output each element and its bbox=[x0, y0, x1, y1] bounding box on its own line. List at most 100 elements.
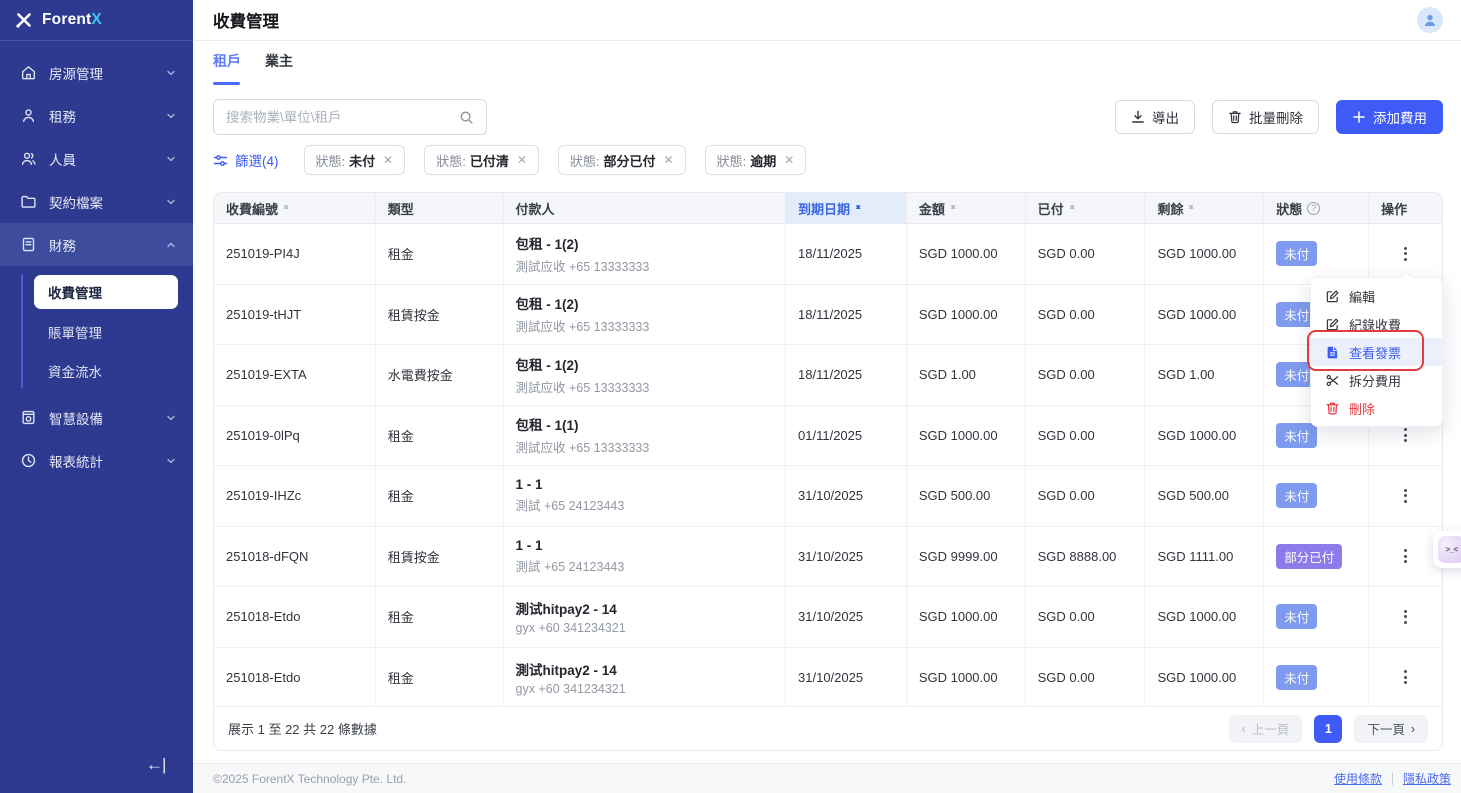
tab-租戶[interactable]: 租戶 bbox=[213, 51, 241, 81]
cell-status: 部分已付 bbox=[1264, 527, 1369, 587]
help-icon[interactable]: ? bbox=[1307, 202, 1320, 215]
tab-bar: 租戶業主 bbox=[213, 51, 293, 81]
sidebar-subitem[interactable]: 收費管理 bbox=[34, 275, 178, 309]
brand-logo: ForentX bbox=[0, 0, 193, 41]
column-header[interactable]: 類型 bbox=[376, 193, 504, 223]
chip-close-icon[interactable]: ✕ bbox=[383, 153, 393, 167]
column-header[interactable]: 金額 ▲▼ bbox=[907, 193, 1026, 223]
search-icon[interactable] bbox=[459, 110, 474, 125]
cell-status: 未付 bbox=[1264, 648, 1369, 708]
folder-icon bbox=[20, 193, 37, 210]
table-row: 251019-IHZc 租金 1 - 1 測試 +65 24123443 31/… bbox=[214, 466, 1442, 527]
cell-payer: 測试hitpay2 - 14 gyx +60 341234321 bbox=[504, 587, 786, 647]
cell-fee-id: 251019-PI4J bbox=[214, 224, 376, 284]
cell-paid: SGD 0.00 bbox=[1026, 587, 1146, 647]
cell-due-date: 18/11/2025 bbox=[786, 285, 907, 345]
export-button[interactable]: 導出 bbox=[1115, 100, 1195, 134]
menu-item-edit[interactable]: 編輯 bbox=[1311, 282, 1442, 310]
filter-chip: 狀態: 已付清 ✕ bbox=[424, 145, 539, 175]
chevron-down-icon bbox=[165, 110, 177, 122]
sidebar-item-home[interactable]: 房源管理 bbox=[0, 51, 193, 94]
row-actions-menu-icon[interactable] bbox=[1398, 424, 1413, 446]
next-page-button[interactable]: 下一頁› bbox=[1354, 715, 1428, 743]
cell-actions bbox=[1369, 648, 1442, 708]
cell-remaining: SGD 1000.00 bbox=[1145, 406, 1264, 466]
search-input[interactable] bbox=[226, 110, 459, 125]
cell-type: 租金 bbox=[376, 406, 504, 466]
sidebar-subitem[interactable]: 資金流水 bbox=[34, 351, 178, 390]
table-row: 251019-0lPq 租金 包租 - 1(1) 測試应收 +65 133333… bbox=[214, 406, 1442, 467]
column-header[interactable]: 已付 ▲▼ bbox=[1026, 193, 1146, 223]
status-badge: 未付 bbox=[1276, 241, 1317, 266]
bulk-delete-button[interactable]: 批量刪除 bbox=[1212, 100, 1319, 134]
trash-icon bbox=[1228, 110, 1242, 124]
chip-close-icon[interactable]: ✕ bbox=[664, 153, 674, 167]
prev-page-button[interactable]: ‹上一頁 bbox=[1229, 715, 1303, 743]
footer-link[interactable]: 使用條款 bbox=[1334, 770, 1382, 787]
row-actions-menu-icon[interactable] bbox=[1398, 545, 1413, 567]
cell-remaining: SGD 1000.00 bbox=[1145, 587, 1264, 647]
table-header-row: 收費編號 ▲▼ 類型 付款人 到期日期 ▲▼ 金額 ▲▼ 已付 ▲▼ 剩餘 ▲▼… bbox=[214, 193, 1442, 224]
cell-paid: SGD 0.00 bbox=[1026, 406, 1146, 466]
cell-paid: SGD 0.00 bbox=[1026, 345, 1146, 405]
cell-amount: SGD 1000.00 bbox=[907, 224, 1026, 284]
sidebar-item-finance[interactable]: 財務 bbox=[0, 223, 193, 266]
status-badge: 未付 bbox=[1276, 423, 1317, 448]
plus-icon bbox=[1352, 110, 1366, 124]
filter-chip: 狀態: 部分已付 ✕ bbox=[558, 145, 686, 175]
menu-item-split-fee[interactable]: 拆分費用 bbox=[1311, 366, 1442, 394]
search-box bbox=[213, 99, 487, 135]
chip-close-icon[interactable]: ✕ bbox=[784, 153, 794, 167]
column-header[interactable]: 剩餘 ▲▼ bbox=[1145, 193, 1264, 223]
sidebar-collapse-icon[interactable]: ←| bbox=[146, 755, 165, 775]
page-number-button[interactable]: 1 bbox=[1314, 715, 1342, 743]
sidebar-item-report[interactable]: 報表統計 bbox=[0, 439, 193, 482]
sidebar-item-people[interactable]: 人員 bbox=[0, 137, 193, 180]
sidebar-subitem[interactable]: 賬單管理 bbox=[34, 312, 178, 351]
report-icon bbox=[20, 452, 37, 469]
delete-icon bbox=[1325, 401, 1340, 416]
column-header[interactable]: 狀態 ? bbox=[1264, 193, 1369, 223]
sidebar-nav: 房源管理 租務 人員 契約檔案 財務 收費管理 賬單管理 資金流水 智慧設備 報… bbox=[0, 41, 193, 482]
cell-paid: SGD 0.00 bbox=[1026, 466, 1146, 526]
cell-payer: 包租 - 1(2) 測試应收 +65 13333333 bbox=[504, 224, 786, 284]
row-actions-menu-icon[interactable] bbox=[1398, 485, 1413, 507]
cell-payer: 包租 - 1(2) 測試应收 +65 13333333 bbox=[504, 285, 786, 345]
filter-chip: 狀態: 逾期 ✕ bbox=[705, 145, 807, 175]
sidebar-item-folder[interactable]: 契約檔案 bbox=[0, 180, 193, 223]
cell-fee-id: 251018-dFQN bbox=[214, 527, 376, 587]
column-header[interactable]: 收費編號 ▲▼ bbox=[214, 193, 376, 223]
menu-item-record-payment[interactable]: 紀錄收費 bbox=[1311, 310, 1442, 338]
row-actions-menu-icon[interactable] bbox=[1398, 666, 1413, 688]
tab-業主[interactable]: 業主 bbox=[265, 51, 293, 81]
column-header[interactable]: 付款人 bbox=[504, 193, 786, 223]
sidebar-item-device[interactable]: 智慧設備 bbox=[0, 396, 193, 439]
cell-fee-id: 251018-Etdo bbox=[214, 587, 376, 647]
column-header[interactable]: 操作 bbox=[1369, 193, 1442, 223]
cell-actions bbox=[1369, 466, 1442, 526]
pagination-bar: 展示 1 至 22 共 22 條數據 ‹上一頁 1 下一頁› bbox=[214, 706, 1442, 750]
table-row: 251018-Etdo 租金 測试hitpay2 - 14 gyx +60 34… bbox=[214, 587, 1442, 648]
user-avatar[interactable] bbox=[1417, 7, 1443, 33]
filter-toggle[interactable]: 篩選(4) bbox=[213, 150, 279, 170]
menu-item-invoice[interactable]: 查看發票 bbox=[1311, 338, 1442, 366]
cell-paid: SGD 0.00 bbox=[1026, 285, 1146, 345]
cell-type: 租金 bbox=[376, 587, 504, 647]
add-fee-button[interactable]: 添加費用 bbox=[1336, 100, 1443, 134]
row-actions-menu-icon[interactable] bbox=[1398, 243, 1413, 265]
status-badge: 未付 bbox=[1276, 483, 1317, 508]
chevron-down-icon bbox=[165, 153, 177, 165]
cell-type: 租金 bbox=[376, 224, 504, 284]
chip-close-icon[interactable]: ✕ bbox=[517, 153, 527, 167]
row-actions-menu-icon[interactable] bbox=[1398, 606, 1413, 628]
footer-link[interactable]: 隱私政策 bbox=[1403, 770, 1451, 787]
cell-due-date: 01/11/2025 bbox=[786, 406, 907, 466]
cell-payer: 測试hitpay2 - 14 gyx +60 341234321 bbox=[504, 648, 786, 708]
sidebar-item-person[interactable]: 租務 bbox=[0, 94, 193, 137]
column-header[interactable]: 到期日期 ▲▼ bbox=[786, 193, 907, 223]
feedback-widget-button[interactable]: >_< bbox=[1433, 531, 1461, 568]
menu-item-delete[interactable]: 刪除 bbox=[1311, 394, 1442, 422]
cell-remaining: SGD 1000.00 bbox=[1145, 648, 1264, 708]
submenu-guide-line bbox=[21, 274, 23, 388]
status-badge: 未付 bbox=[1276, 604, 1317, 629]
